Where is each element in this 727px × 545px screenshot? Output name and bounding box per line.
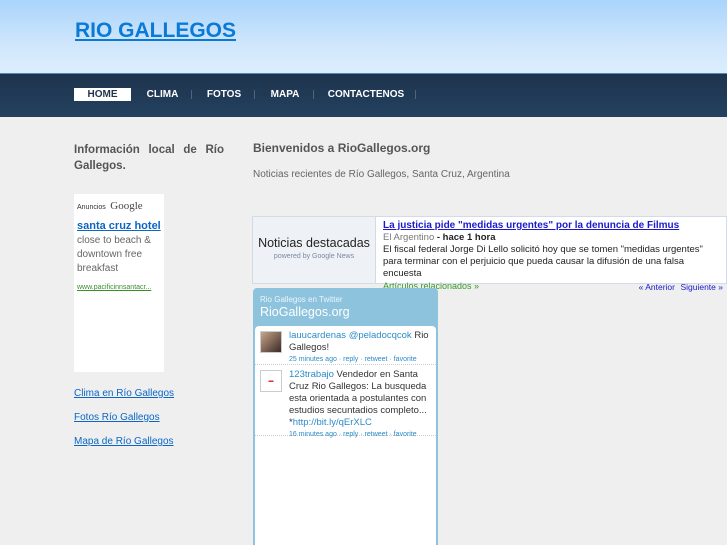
ad-url-link[interactable]: www.pacificinnsantacr... <box>77 284 151 291</box>
retweet-link[interactable]: retweet <box>365 356 388 363</box>
news-label-panel: Noticias destacadas powered by Google Ne… <box>253 217 376 283</box>
ad-label: Anuncios <box>77 204 106 211</box>
news-time: - hace 1 hora <box>436 232 496 243</box>
news-heading: Noticias destacadas <box>258 236 370 250</box>
nav-contactenos[interactable]: CONTACTENOS <box>322 88 410 101</box>
tweet: lauucardenas @peladocqcok Rio Gallegos! … <box>255 326 436 365</box>
nav-divider <box>313 90 314 99</box>
sidebar-heading: Información local de Río Gallegos. <box>74 144 224 172</box>
ad-description: close to beach & downtown free breakfast <box>77 235 151 274</box>
news-headline-link[interactable]: La justicia pide "medidas urgentes" por … <box>383 220 679 231</box>
tweet-time[interactable]: 16 minutes ago <box>289 431 337 438</box>
twitter-title: RioGallegos.org <box>260 305 350 319</box>
main-nav: HOME CLIMA FOTOS MAPA CONTACTENOS <box>0 73 727 117</box>
reply-link[interactable]: reply <box>343 356 358 363</box>
news-item: La justicia pide "medidas urgentes" por … <box>383 220 723 293</box>
nav-divider <box>254 90 255 99</box>
news-widget: Noticias destacadas powered by Google Ne… <box>252 216 727 292</box>
favorite-link[interactable]: favorite <box>394 431 417 438</box>
nav-home[interactable]: HOME <box>74 88 131 101</box>
avatar: ▬ <box>260 370 282 392</box>
powered-by-google-news: powered by Google News <box>273 253 355 260</box>
twitter-caption: Rio Gallegos en Twitter <box>260 295 343 304</box>
site-title-link[interactable]: RIO GALLEGOS <box>75 19 236 43</box>
ad-title-link[interactable]: santa cruz hotel <box>77 220 161 232</box>
tweet-mention-link[interactable]: @peladocqcok <box>349 330 412 341</box>
welcome-heading: Bienvenidos a RioGallegos.org <box>253 141 431 155</box>
tweet-url-link[interactable]: http://bit.ly/qErXLC <box>293 417 372 428</box>
tweet-list: lauucardenas @peladocqcok Rio Gallegos! … <box>255 326 436 545</box>
reply-link[interactable]: reply <box>343 431 358 438</box>
favorite-link[interactable]: favorite <box>394 356 417 363</box>
nav-mapa[interactable]: MAPA <box>263 88 307 101</box>
news-snippet: El fiscal federal Jorge Di Lello solicit… <box>383 244 703 279</box>
nav-fotos[interactable]: FOTOS <box>200 88 248 101</box>
google-ad: Anuncios Google santa cruz hotel close t… <box>74 194 164 372</box>
twitter-widget: Rio Gallegos en Twitter RioGallegos.org … <box>253 288 438 545</box>
news-source: El Argentino <box>383 232 435 243</box>
nav-clima[interactable]: CLIMA <box>140 88 185 101</box>
google-logo: Google <box>110 200 143 212</box>
tweet-time[interactable]: 25 minutes ago <box>289 356 337 363</box>
link-mapa[interactable]: Mapa de Río Gallegos <box>74 436 174 447</box>
link-clima[interactable]: Clima en Río Gallegos <box>74 388 174 399</box>
nav-divider <box>415 90 416 99</box>
next-news-link[interactable]: Siguiente » <box>680 281 723 293</box>
prev-news-link[interactable]: « Anterior <box>639 281 675 293</box>
tweet-user-link[interactable]: lauucardenas <box>289 330 346 341</box>
avatar <box>260 331 282 353</box>
tweet-user-link[interactable]: 123trabajo <box>289 369 334 380</box>
retweet-link[interactable]: retweet <box>365 431 388 438</box>
nav-divider <box>191 90 192 99</box>
header: RIO GALLEGOS <box>0 0 727 73</box>
tweet: ▬ 123trabajo Vendedor en Santa Cruz Rio … <box>255 365 436 438</box>
link-fotos[interactable]: Fotos Río Gallegos <box>74 412 160 423</box>
welcome-subtitle: Noticias recientes de Río Gallegos, Sant… <box>253 169 510 180</box>
